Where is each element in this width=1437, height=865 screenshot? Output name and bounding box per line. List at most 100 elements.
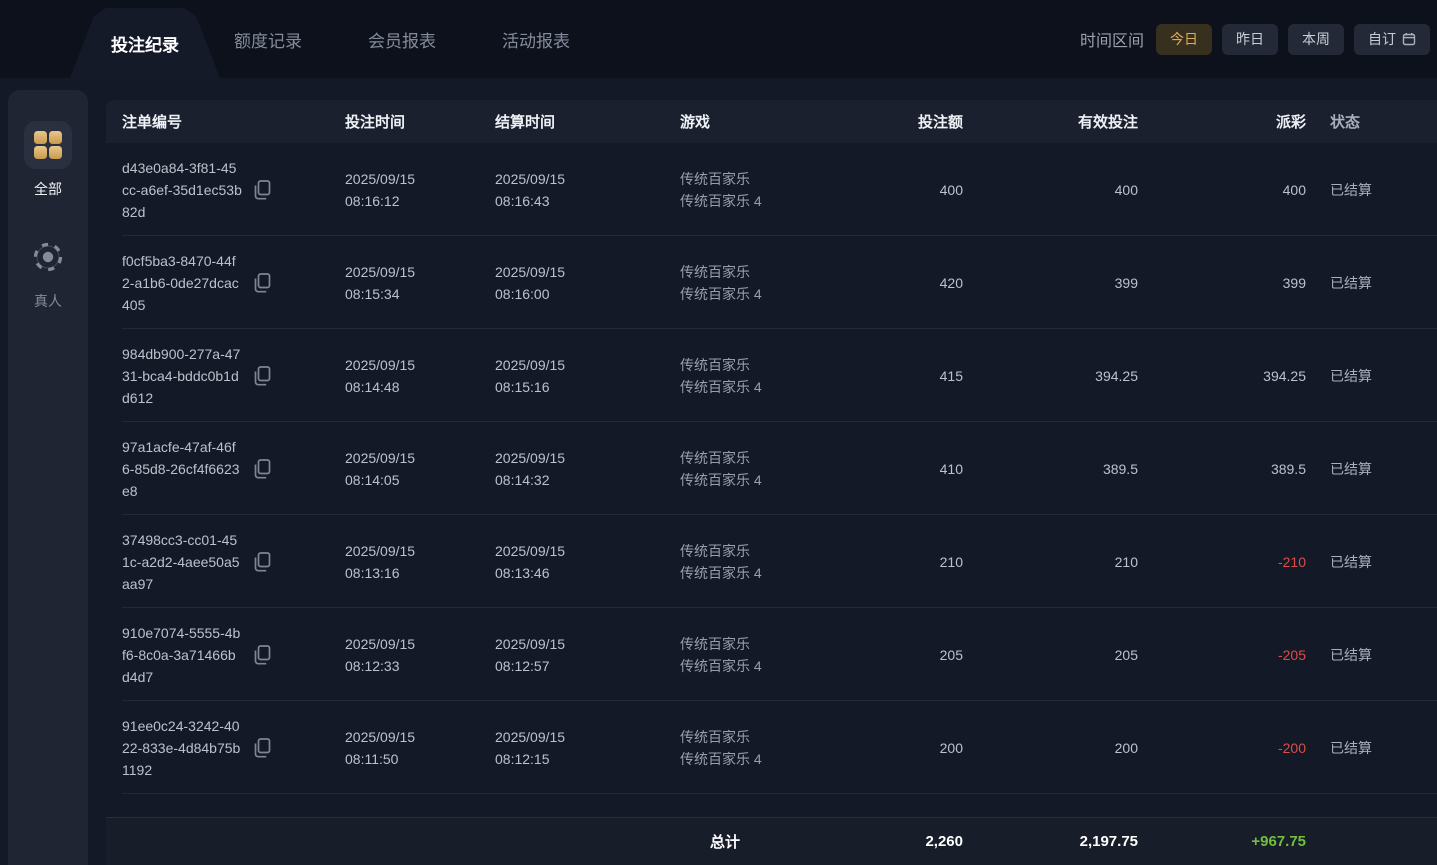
bet-time: 08:13:16 bbox=[345, 562, 495, 584]
valid-bet: 205 bbox=[963, 647, 1138, 663]
valid-bet: 200 bbox=[963, 740, 1138, 756]
bet-date: 2025/09/15 bbox=[345, 168, 495, 190]
table-header-row: 注单编号 投注时间 结算时间 游戏 投注额 有效投注 派彩 状态 bbox=[106, 100, 1437, 143]
game-provider: 传统百家乐 bbox=[680, 261, 880, 283]
valid-bet: 394.25 bbox=[963, 368, 1138, 384]
tab-activity-report[interactable]: 活动报表 bbox=[496, 27, 576, 52]
copy-icon[interactable] bbox=[252, 272, 271, 294]
game-provider: 传统百家乐 bbox=[680, 354, 880, 376]
copy-icon[interactable] bbox=[252, 365, 271, 387]
payout: 394.25 bbox=[1138, 368, 1306, 384]
time-range-filter: 时间区间 今日 昨日 本周 自订 bbox=[1080, 0, 1430, 78]
totals-label: 总计 bbox=[680, 831, 880, 852]
copy-icon[interactable] bbox=[252, 644, 271, 666]
col-header-game: 游戏 bbox=[680, 111, 880, 132]
settle-date: 2025/09/15 bbox=[495, 261, 680, 283]
bet-time: 08:12:33 bbox=[345, 655, 495, 677]
bet-amount: 420 bbox=[880, 275, 963, 291]
bet-amount: 400 bbox=[880, 182, 963, 198]
bet-id: d43e0a84-3f81-45cc-a6ef-35d1ec53b82d bbox=[122, 157, 242, 223]
time-thisweek-button[interactable]: 本周 bbox=[1288, 24, 1344, 55]
bet-id: 91ee0c24-3242-4022-833e-4d84b75b1192 bbox=[122, 715, 242, 781]
records-table: 注单编号 投注时间 结算时间 游戏 投注额 有效投注 派彩 状态 d43e0a8… bbox=[106, 100, 1437, 794]
status-badge: 已结算 bbox=[1306, 552, 1437, 572]
tab-quota-records[interactable]: 额度记录 bbox=[228, 27, 308, 52]
settle-date: 2025/09/15 bbox=[495, 540, 680, 562]
bet-date: 2025/09/15 bbox=[345, 726, 495, 748]
table-body: d43e0a84-3f81-45cc-a6ef-35d1ec53b82d 202… bbox=[106, 143, 1437, 794]
settle-date: 2025/09/15 bbox=[495, 633, 680, 655]
game-table: 传统百家乐 4 bbox=[680, 190, 880, 212]
sidebar-item-all[interactable]: 全部 bbox=[24, 121, 72, 199]
col-header-bet-time: 投注时间 bbox=[345, 111, 495, 132]
status-badge: 已结算 bbox=[1306, 273, 1437, 293]
game-provider: 传统百家乐 bbox=[680, 540, 880, 562]
bet-date: 2025/09/15 bbox=[345, 633, 495, 655]
table-row: f0cf5ba3-8470-44f2-a1b6-0de27dcac405 202… bbox=[106, 236, 1437, 329]
col-header-bet-amount: 投注额 bbox=[880, 111, 963, 132]
settle-time: 08:16:00 bbox=[495, 283, 680, 305]
table-row: 37498cc3-cc01-451c-a2d2-4aee50a5aa97 202… bbox=[106, 515, 1437, 608]
game-table: 传统百家乐 4 bbox=[680, 469, 880, 491]
settle-time: 08:12:15 bbox=[495, 748, 680, 770]
settle-time: 08:14:32 bbox=[495, 469, 680, 491]
col-header-valid-bet: 有效投注 bbox=[963, 111, 1138, 132]
col-header-payout: 派彩 bbox=[1138, 111, 1306, 132]
bet-date: 2025/09/15 bbox=[345, 447, 495, 469]
col-header-settle-time: 结算时间 bbox=[495, 111, 680, 132]
time-today-button[interactable]: 今日 bbox=[1156, 24, 1212, 55]
settle-date: 2025/09/15 bbox=[495, 168, 680, 190]
bet-amount: 205 bbox=[880, 647, 963, 663]
bet-time: 08:14:05 bbox=[345, 469, 495, 491]
copy-icon[interactable] bbox=[252, 737, 271, 759]
sidebar-item-live[interactable]: 真人 bbox=[24, 233, 72, 311]
game-table: 传统百家乐 4 bbox=[680, 748, 880, 770]
table-row: 984db900-277a-4731-bca4-bddc0b1dd612 202… bbox=[106, 329, 1437, 422]
bet-time: 08:14:48 bbox=[345, 376, 495, 398]
top-bar: 投注纪录 额度记录 会员报表 活动报表 时间区间 今日 昨日 本周 自订 bbox=[0, 0, 1437, 78]
settle-date: 2025/09/15 bbox=[495, 447, 680, 469]
settle-time: 08:15:16 bbox=[495, 376, 680, 398]
tab-betting-records[interactable]: 投注纪录 bbox=[70, 8, 220, 78]
payout: -205 bbox=[1138, 647, 1306, 663]
table-row: 910e7074-5555-4bf6-8c0a-3a71466bd4d7 202… bbox=[106, 608, 1437, 701]
copy-icon[interactable] bbox=[252, 458, 271, 480]
bet-date: 2025/09/15 bbox=[345, 354, 495, 376]
status-badge: 已结算 bbox=[1306, 459, 1437, 479]
bet-amount: 415 bbox=[880, 368, 963, 384]
chip-icon bbox=[24, 233, 72, 281]
status-badge: 已结算 bbox=[1306, 738, 1437, 758]
bet-date: 2025/09/15 bbox=[345, 261, 495, 283]
payout: 399 bbox=[1138, 275, 1306, 291]
settle-date: 2025/09/15 bbox=[495, 726, 680, 748]
time-thisweek-label: 本周 bbox=[1302, 29, 1330, 49]
time-custom-button[interactable]: 自订 bbox=[1354, 24, 1430, 55]
status-badge: 已结算 bbox=[1306, 645, 1437, 665]
game-provider: 传统百家乐 bbox=[680, 726, 880, 748]
tab-label: 投注纪录 bbox=[111, 31, 179, 56]
status-badge: 已结算 bbox=[1306, 366, 1437, 386]
tab-member-report[interactable]: 会员报表 bbox=[362, 27, 442, 52]
time-yesterday-button[interactable]: 昨日 bbox=[1222, 24, 1278, 55]
copy-icon[interactable] bbox=[252, 179, 271, 201]
tab-list: 额度记录 会员报表 活动报表 bbox=[228, 0, 576, 78]
bet-time: 08:15:34 bbox=[345, 283, 495, 305]
game-table: 传统百家乐 4 bbox=[680, 562, 880, 584]
time-today-label: 今日 bbox=[1170, 29, 1198, 49]
copy-icon[interactable] bbox=[252, 551, 271, 573]
sidebar-item-label: 全部 bbox=[34, 179, 62, 199]
col-header-bet-id: 注单编号 bbox=[106, 111, 345, 132]
bet-id: 37498cc3-cc01-451c-a2d2-4aee50a5aa97 bbox=[122, 529, 242, 595]
payout: 389.5 bbox=[1138, 461, 1306, 477]
footer-payout-total: +967.75 bbox=[1138, 833, 1306, 850]
game-table: 传统百家乐 4 bbox=[680, 655, 880, 677]
game-table: 传统百家乐 4 bbox=[680, 376, 880, 398]
bet-amount: 210 bbox=[880, 554, 963, 570]
game-provider: 传统百家乐 bbox=[680, 168, 880, 190]
time-custom-label: 自订 bbox=[1368, 29, 1396, 49]
bet-time: 08:11:50 bbox=[345, 748, 495, 770]
bet-id: 910e7074-5555-4bf6-8c0a-3a71466bd4d7 bbox=[122, 622, 242, 688]
settle-date: 2025/09/15 bbox=[495, 354, 680, 376]
bet-time: 08:16:12 bbox=[345, 190, 495, 212]
bet-amount: 410 bbox=[880, 461, 963, 477]
